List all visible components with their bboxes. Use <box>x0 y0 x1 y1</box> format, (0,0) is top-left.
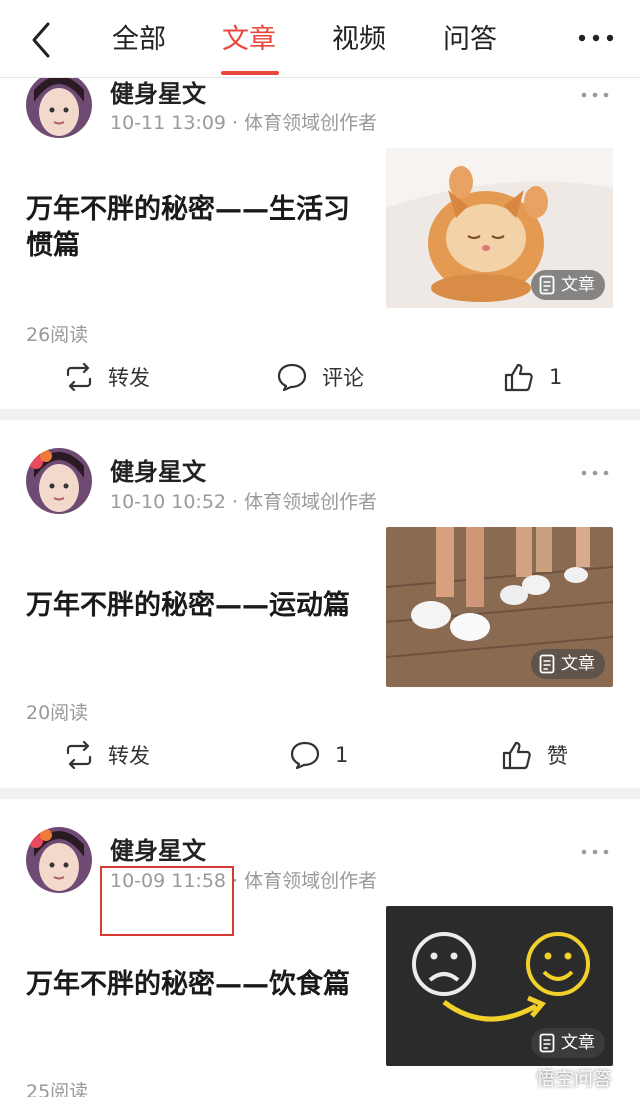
comment-icon <box>290 741 320 770</box>
comment-button[interactable]: 1 <box>289 740 348 770</box>
document-icon <box>539 1033 555 1053</box>
back-icon[interactable] <box>26 20 60 60</box>
post-card[interactable]: 健身星文 10-09 11:58 · 体育领域创作者 万年不胖的秘密——饮食篇 … <box>0 799 640 1097</box>
comment-count: 1 <box>335 743 349 767</box>
watermark: 悟空问答 <box>510 1064 612 1091</box>
post-title[interactable]: 万年不胖的秘密——生活习惯篇 <box>26 192 366 264</box>
post-meta: 10-11 13:09 · 体育领域创作者 <box>110 108 377 135</box>
author-role: 体育领域创作者 <box>244 112 378 134</box>
article-badge: 文章 <box>531 270 605 300</box>
like-count: 1 <box>549 365 563 389</box>
thumbs-up-icon <box>504 363 533 392</box>
meta-separator: · <box>226 112 245 134</box>
like-label: 赞 <box>547 744 568 768</box>
post-thumbnail[interactable]: 文章 <box>386 906 613 1066</box>
repost-button[interactable]: 转发 <box>64 362 150 392</box>
post-title[interactable]: 万年不胖的秘密——运动篇 <box>26 588 366 624</box>
post-time: 10-10 10:52 <box>110 491 227 513</box>
post-more-icon[interactable] <box>580 85 610 98</box>
thumbs-up-icon <box>502 741 531 770</box>
tab-videos[interactable]: 视频 <box>332 20 386 60</box>
more-icon[interactable] <box>576 26 620 50</box>
post-more-icon[interactable] <box>580 463 610 476</box>
repost-label: 转发 <box>108 744 150 768</box>
card-divider <box>0 788 640 799</box>
post-time: 10-11 13:09 <box>110 112 227 134</box>
read-count: 25阅读 <box>26 1081 89 1097</box>
tab-all[interactable]: 全部 <box>112 20 166 60</box>
tab-articles[interactable]: 文章 <box>222 20 276 60</box>
author-name[interactable]: 健身星文 <box>110 452 206 487</box>
post-thumbnail[interactable]: 文章 <box>386 527 613 687</box>
post-card[interactable]: 健身星文 10-11 13:09 · 体育领域创作者 万年不胖的秘密——生活习惯… <box>0 60 640 410</box>
repost-label: 转发 <box>108 366 150 390</box>
post-meta: 10-10 10:52 · 体育领域创作者 <box>110 487 377 514</box>
repost-icon <box>66 363 92 391</box>
read-count: 20阅读 <box>26 702 89 724</box>
author-role: 体育领域创作者 <box>244 491 378 513</box>
meta-separator: · <box>226 491 245 513</box>
like-button[interactable]: 赞 <box>501 740 568 770</box>
active-tab-indicator <box>221 71 279 75</box>
post-card[interactable]: 健身星文 10-10 10:52 · 体育领域创作者 万年不胖的秘密——运动篇 … <box>0 420 640 789</box>
comment-icon <box>277 363 307 392</box>
avatar[interactable] <box>26 827 92 893</box>
read-count: 26阅读 <box>26 324 89 346</box>
comment-label: 评论 <box>322 366 364 390</box>
post-title[interactable]: 万年不胖的秘密——饮食篇 <box>26 967 366 1003</box>
top-navigation: 全部 文章 视频 问答 <box>0 0 640 78</box>
card-divider <box>0 409 640 420</box>
author-role: 体育领域创作者 <box>244 870 378 892</box>
article-badge: 文章 <box>531 1028 605 1058</box>
post-more-icon[interactable] <box>580 842 610 855</box>
like-button[interactable]: 1 <box>503 362 562 392</box>
repost-button[interactable]: 转发 <box>64 740 150 770</box>
tab-qa[interactable]: 问答 <box>443 20 497 60</box>
post-thumbnail[interactable]: 文章 <box>386 148 613 308</box>
author-name[interactable]: 健身星文 <box>110 831 206 866</box>
document-icon <box>539 275 555 295</box>
comment-button[interactable]: 评论 <box>276 362 364 392</box>
avatar[interactable] <box>26 72 92 138</box>
article-badge: 文章 <box>531 649 605 679</box>
document-icon <box>539 654 555 674</box>
author-name[interactable]: 健身星文 <box>110 74 206 109</box>
repost-icon <box>66 741 92 769</box>
avatar[interactable] <box>26 448 92 514</box>
highlight-box <box>100 866 234 936</box>
wukong-logo-icon <box>511 1067 531 1088</box>
